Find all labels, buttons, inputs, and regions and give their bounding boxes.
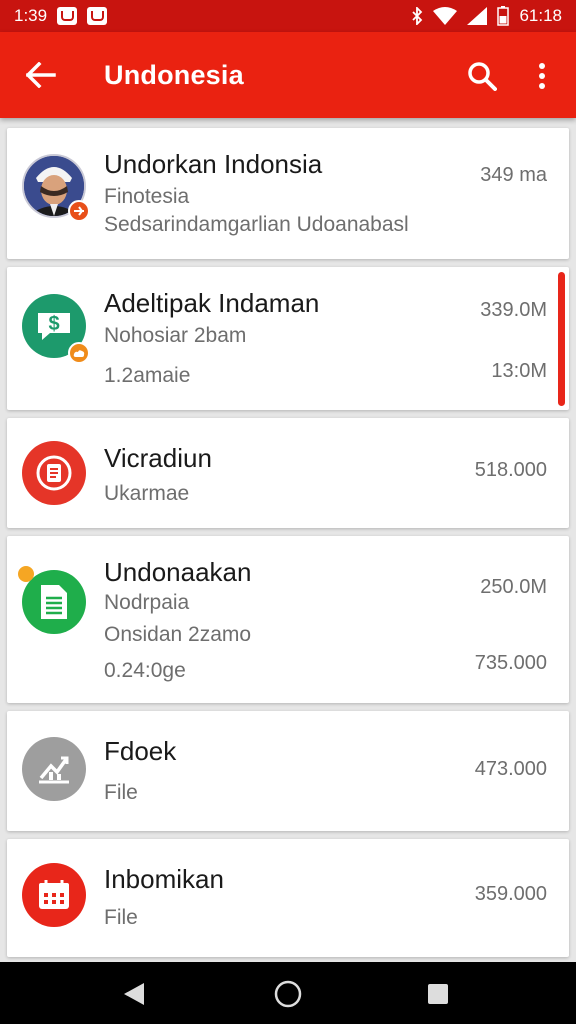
avatar: $ xyxy=(22,294,90,364)
item-size-secondary: 13:0M xyxy=(491,360,547,382)
item-detail-secondary: 0.24:0ge xyxy=(104,659,186,682)
item-title: Vicradiun xyxy=(104,443,212,473)
item-title: Inbomikan xyxy=(104,864,224,894)
list-item[interactable]: $ Adeltipak Indaman Nohosiar 2bam 1.2ama… xyxy=(7,267,569,410)
back-arrow-icon xyxy=(26,62,56,88)
notification-icon xyxy=(57,7,78,25)
avatar xyxy=(18,566,86,634)
navigation-bar xyxy=(0,962,576,1024)
item-detail: 1.2amaie xyxy=(104,364,191,387)
recents-square-icon xyxy=(428,984,448,1004)
item-detail: Sedsarindamgarlian Udoanabasl xyxy=(104,213,409,236)
wifi-icon xyxy=(433,7,458,25)
item-size: 518.000 xyxy=(474,459,547,481)
item-size: 359.000 xyxy=(474,883,547,905)
back-triangle-icon xyxy=(124,983,144,1005)
status-time: 1:39 xyxy=(14,6,48,25)
nav-recents-button[interactable] xyxy=(422,978,454,1010)
chart-icon xyxy=(22,737,86,801)
avatar xyxy=(22,863,86,927)
cloud-icon xyxy=(68,342,90,364)
more-options-button[interactable] xyxy=(524,56,560,96)
list-item[interactable]: Undorkan Indonsia Finotesia Sedsarindamg… xyxy=(7,128,569,259)
item-title: Fdoek xyxy=(104,736,177,766)
battery-icon xyxy=(497,6,510,26)
home-circle-icon xyxy=(274,980,302,1008)
list-item[interactable]: Undonaakan Nodrpaia Onsidan 2zamo 0.24:0… xyxy=(7,536,569,703)
item-title: Undorkan Indonsia xyxy=(104,149,323,179)
app-bar: Undonesia xyxy=(0,32,576,118)
scroll-indicator[interactable] xyxy=(558,272,565,406)
list-item[interactable]: Fdoek File 473.000 xyxy=(7,711,569,831)
item-size: 250.0M xyxy=(480,576,547,598)
notification-icon xyxy=(87,7,108,25)
item-title: Adeltipak Indaman xyxy=(104,288,320,318)
item-subtitle: File xyxy=(104,906,138,929)
item-detail: Onsidan 2zamo xyxy=(104,623,252,646)
item-title: Undonaakan xyxy=(104,557,252,587)
item-subtitle: Nodrpaia xyxy=(104,591,190,614)
item-subtitle: Nohosiar 2bam xyxy=(104,324,247,347)
list-item[interactable]: Inbomikan File 359.000 xyxy=(7,839,569,957)
calendar-icon xyxy=(22,863,86,927)
avatar xyxy=(22,441,86,505)
plane-icon xyxy=(68,200,90,222)
item-size: 349 ma xyxy=(480,164,547,186)
search-icon xyxy=(468,62,497,91)
avatar xyxy=(22,737,86,801)
back-button[interactable] xyxy=(22,56,60,94)
avatar xyxy=(22,154,90,222)
page-title: Undonesia xyxy=(104,60,244,90)
document-list-icon xyxy=(22,441,86,505)
search-button[interactable] xyxy=(462,56,502,96)
list-item[interactable]: Vicradiun Ukarmae 518.000 xyxy=(7,418,569,528)
status-bar: 1:39 61:18 xyxy=(0,0,576,32)
svg-text:$: $ xyxy=(48,313,59,335)
bluetooth-icon xyxy=(411,7,423,25)
nav-back-button[interactable] xyxy=(118,978,150,1010)
item-subtitle: Ukarmae xyxy=(104,482,190,505)
item-size: 473.000 xyxy=(474,758,547,780)
item-subtitle: File xyxy=(104,781,138,804)
item-size-secondary: 735.000 xyxy=(474,652,547,674)
more-vert-icon xyxy=(539,63,545,89)
item-size: 339.0M xyxy=(480,299,547,321)
item-subtitle: Finotesia xyxy=(104,185,190,208)
status-clock: 61:18 xyxy=(519,6,562,25)
signal-icon xyxy=(467,7,488,25)
status-dot xyxy=(18,566,34,582)
nav-home-button[interactable] xyxy=(272,978,304,1010)
